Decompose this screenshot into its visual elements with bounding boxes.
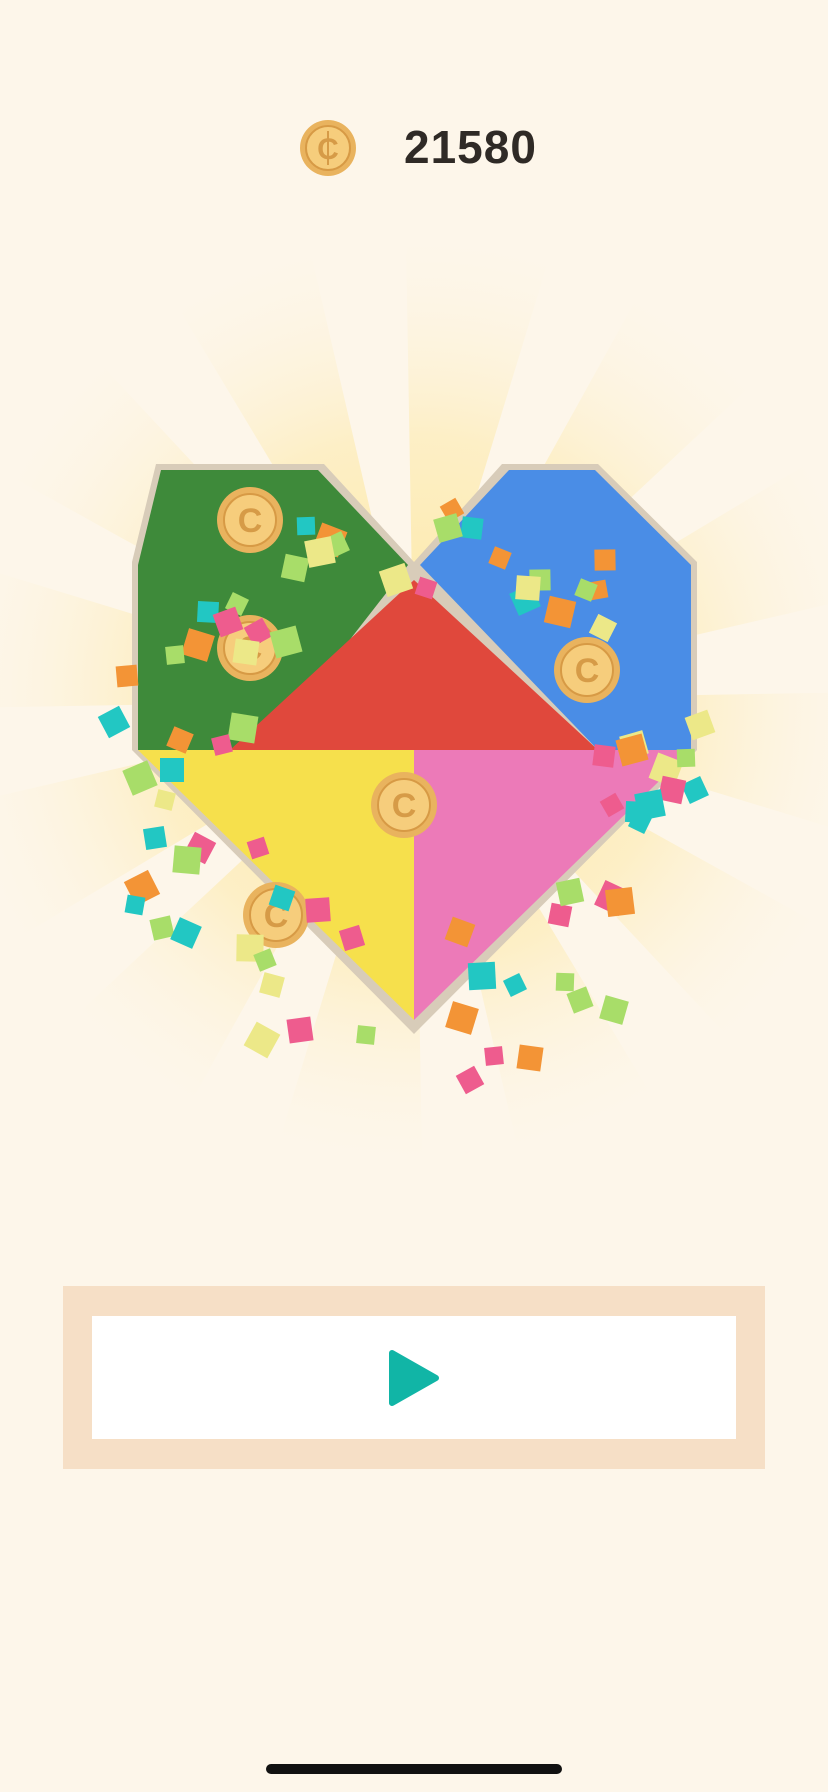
confetti-piece xyxy=(356,1025,376,1045)
confetti-piece xyxy=(97,705,131,739)
confetti-piece xyxy=(445,1001,479,1035)
confetti-piece xyxy=(296,516,316,536)
svg-text:C: C xyxy=(392,787,417,825)
confetti-piece xyxy=(243,1021,281,1059)
confetti-piece xyxy=(172,845,202,875)
confetti-piece xyxy=(594,549,616,571)
confetti-piece xyxy=(515,575,541,601)
confetti-piece xyxy=(455,1065,485,1095)
confetti-piece xyxy=(592,744,616,768)
confetti-piece xyxy=(142,825,168,851)
confetti-piece xyxy=(115,664,139,688)
svg-text:C: C xyxy=(575,652,600,690)
game-screen: C 21580 CCCCC xyxy=(0,0,828,1792)
heart-puzzle: CCCCC xyxy=(0,180,828,1200)
confetti-piece xyxy=(160,758,184,782)
confetti-piece xyxy=(280,553,310,583)
confetti-piece xyxy=(547,902,573,928)
confetti-piece xyxy=(676,748,696,768)
confetti-piece xyxy=(604,886,636,918)
coin-icon: C xyxy=(554,637,620,703)
confetti-piece xyxy=(304,536,336,568)
confetti-piece xyxy=(232,638,260,666)
svg-text:C: C xyxy=(238,502,263,540)
confetti-piece xyxy=(227,712,259,744)
play-button-frame xyxy=(63,1286,765,1469)
play-button[interactable] xyxy=(92,1316,736,1439)
confetti-piece xyxy=(286,1016,314,1044)
home-indicator xyxy=(266,1764,562,1774)
confetti-piece xyxy=(624,800,648,824)
confetti-piece xyxy=(484,1046,504,1066)
coin-icon: C xyxy=(217,487,283,553)
confetti-piece xyxy=(259,972,285,998)
confetti-piece xyxy=(516,1044,544,1072)
confetti-piece xyxy=(467,961,497,991)
confetti-piece xyxy=(555,877,585,907)
play-icon xyxy=(389,1350,439,1406)
confetti-piece xyxy=(305,897,331,923)
confetti-piece xyxy=(460,516,484,540)
confetti-piece xyxy=(124,894,146,916)
coin-icon: C xyxy=(371,772,437,838)
confetti-piece xyxy=(165,645,185,665)
confetti-piece xyxy=(555,972,575,992)
